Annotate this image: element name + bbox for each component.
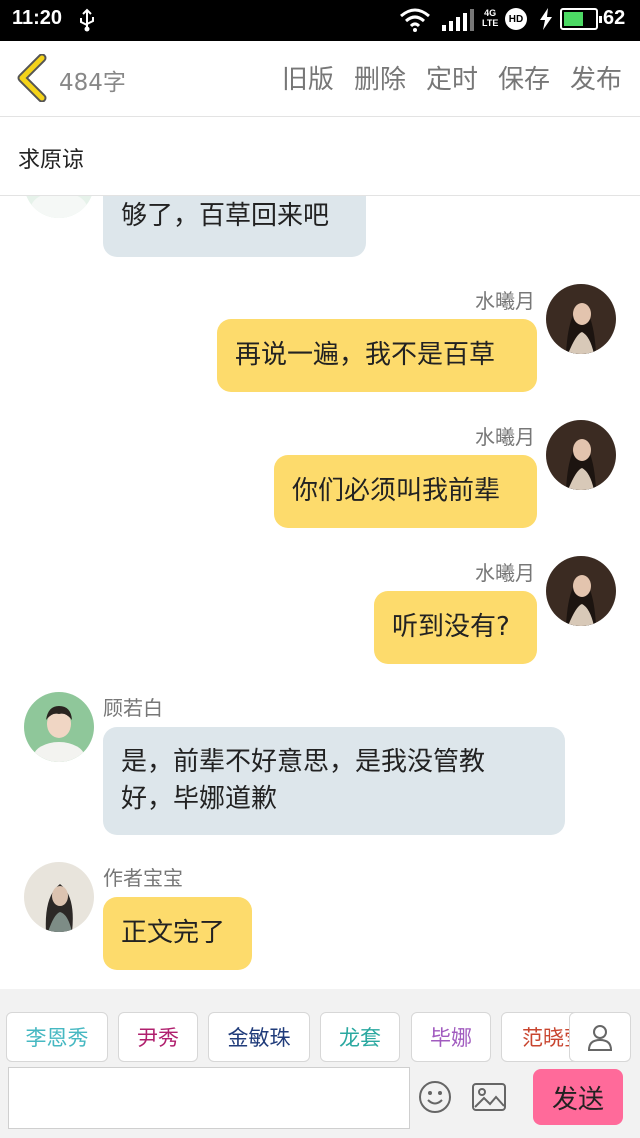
message-sender: 水曦月 (475, 561, 535, 585)
message-bubble[interactable]: 听到没有? (374, 591, 537, 664)
editor-toolbar: 484字 旧版 删除 定时 保存 发布 (0, 41, 640, 117)
avatar-shuixiyue[interactable] (546, 420, 616, 490)
save-button[interactable]: 保存 (498, 59, 550, 96)
message-input[interactable] (8, 1067, 410, 1129)
hd-icon: HD (505, 8, 527, 30)
delete-button[interactable]: 删除 (354, 59, 406, 96)
person-avatar-icon (24, 692, 94, 762)
add-character-button[interactable] (569, 1012, 631, 1062)
avatar-guruobai[interactable] (24, 692, 94, 762)
publish-button[interactable]: 发布 (570, 59, 622, 96)
charging-icon (540, 8, 552, 30)
person-avatar-icon (24, 196, 94, 218)
send-button[interactable]: 发送 (533, 1069, 623, 1125)
composer: 发送 (0, 1065, 640, 1138)
message-bubble[interactable]: 够了，百草回来吧 (103, 196, 366, 257)
message-sender: 作者宝宝 (103, 866, 183, 890)
portrait-avatar-icon (546, 420, 616, 490)
message-bubble[interactable]: 是，前辈不好意思，是我没管教 好，毕娜道歉 (103, 727, 565, 835)
image-icon[interactable] (471, 1082, 507, 1112)
schedule-button[interactable]: 定时 (426, 59, 478, 96)
old-version-button[interactable]: 旧版 (282, 59, 334, 96)
wifi-icon (400, 8, 430, 32)
person-avatar-icon (24, 862, 94, 932)
avatar-partial[interactable] (24, 196, 94, 218)
story-title-bar[interactable]: 求原谅 (0, 117, 640, 196)
character-tag[interactable]: 李恩秀 (6, 1012, 108, 1062)
story-title: 求原谅 (18, 148, 85, 173)
avatar-author[interactable] (24, 862, 94, 932)
avatar-shuixiyue[interactable] (546, 556, 616, 626)
battery-percent: 62 (603, 7, 626, 29)
character-tag[interactable]: 尹秀 (118, 1012, 198, 1062)
battery-icon (560, 8, 602, 30)
message-sender: 水曦月 (475, 425, 535, 449)
usb-icon (80, 8, 94, 32)
avatar-shuixiyue[interactable] (546, 284, 616, 354)
network-type: 4G LTE (482, 8, 499, 28)
chat-area[interactable]: 够了，百草回来吧 水曦月 再说一遍，我不是百草 水曦月 你们必须叫我前辈 水曦月… (0, 196, 640, 989)
toolbar-actions: 旧版 删除 定时 保存 发布 (282, 59, 622, 96)
message-bubble[interactable]: 正文完了 (103, 897, 252, 970)
status-bar: 11:20 4G LTE HD 62 (0, 0, 640, 41)
portrait-avatar-icon (546, 556, 616, 626)
person-icon (587, 1025, 613, 1051)
message-sender: 顾若白 (103, 696, 163, 720)
character-tag[interactable]: 龙套 (320, 1012, 400, 1062)
character-selector: 李恩秀 尹秀 金敏珠 龙套 毕娜 范晓莹 (0, 989, 640, 1065)
word-count: 484字 (59, 70, 126, 96)
back-icon[interactable] (14, 54, 50, 102)
status-time: 11:20 (12, 7, 63, 29)
character-tag[interactable]: 金敏珠 (208, 1012, 310, 1062)
character-tag[interactable]: 毕娜 (411, 1012, 491, 1062)
message-bubble[interactable]: 再说一遍，我不是百草 (217, 319, 537, 392)
message-bubble[interactable]: 你们必须叫我前辈 (274, 455, 537, 528)
message-sender: 水曦月 (475, 289, 535, 313)
emoji-icon[interactable] (418, 1080, 452, 1114)
portrait-avatar-icon (546, 284, 616, 354)
signal-icon (442, 9, 474, 31)
